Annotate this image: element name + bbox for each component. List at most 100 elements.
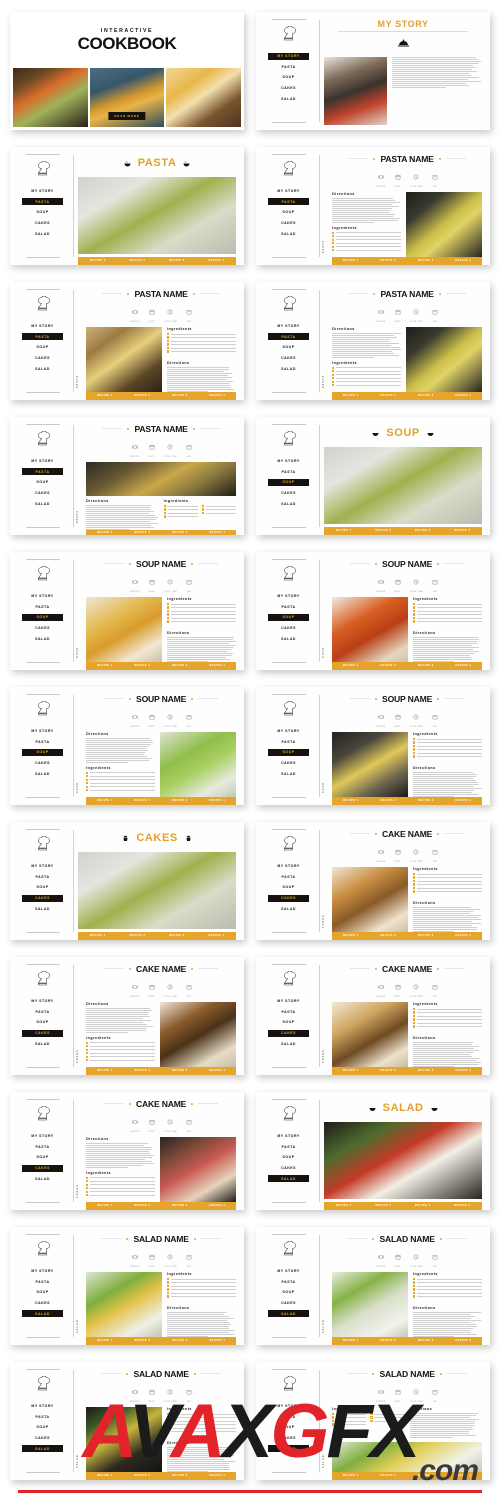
sidebar-item-cakes[interactable]: CAKES: [268, 220, 309, 227]
slide-thumbnail[interactable]: MY STORY PASTA SOUP CAKES SALAD CAKES RECIPE…: [10, 818, 244, 943]
slide-section-soup[interactable]: MY STORY PASTA SOUP CAKES SALAD SOUP RECIPE …: [256, 417, 490, 535]
recipe-button-4[interactable]: RECIPE 4: [445, 1067, 482, 1075]
sidebar-item-pasta[interactable]: PASTA: [268, 63, 309, 70]
sidebar-item-soup[interactable]: SOUP: [268, 1019, 309, 1026]
sidebar-item-salad[interactable]: SALAD: [268, 1310, 309, 1317]
recipe-button-3[interactable]: RECIPE 3: [161, 662, 198, 670]
checkbox-icon[interactable]: [413, 606, 415, 608]
slide-salad-2[interactable]: MY STORY PASTA SOUP CAKES SALAD SALAD SALAD …: [256, 1227, 490, 1345]
sidebar-item-cakes[interactable]: CAKES: [22, 355, 63, 362]
recipe-button-2[interactable]: RECIPE 2: [364, 1202, 403, 1210]
sidebar-item-pasta[interactable]: PASTA: [22, 198, 63, 205]
sidebar-item-my-story[interactable]: MY STORY: [268, 458, 309, 465]
sidebar-item-salad[interactable]: SALAD: [22, 230, 63, 237]
sidebar-item-my-story[interactable]: MY STORY: [268, 593, 309, 600]
sidebar-item-soup[interactable]: SOUP: [22, 1154, 63, 1161]
checkbox-icon[interactable]: [332, 1420, 334, 1422]
sidebar-item-pasta[interactable]: PASTA: [268, 1143, 309, 1150]
slide-thumbnail[interactable]: MY STORY PASTA SOUP CAKES SALAD SOUP SOUP NA…: [10, 683, 244, 808]
checkbox-icon[interactable]: [332, 242, 334, 244]
sidebar-item-my-story[interactable]: MY STORY: [22, 458, 63, 465]
checkbox-icon[interactable]: [167, 1430, 169, 1432]
checkbox-icon[interactable]: [413, 887, 415, 889]
slide-thumbnail[interactable]: MY STORY PASTA SOUP CAKES SALAD SOUP SOUP NA…: [10, 548, 244, 673]
checkbox-icon[interactable]: [370, 1413, 372, 1415]
sidebar-item-cakes[interactable]: CAKES: [22, 1435, 63, 1442]
slide-thumbnail[interactable]: MY STORY PASTA SOUP CAKES SALAD CAKES CAKE N…: [256, 818, 490, 943]
checkbox-icon[interactable]: [202, 505, 204, 507]
sidebar-item-cakes[interactable]: CAKES: [268, 355, 309, 362]
checkbox-icon[interactable]: [167, 343, 169, 345]
recipe-button-4[interactable]: RECIPE 4: [445, 1337, 482, 1345]
checkbox-icon[interactable]: [332, 1416, 334, 1418]
checkbox-icon[interactable]: [167, 1288, 169, 1290]
checkbox-icon[interactable]: [413, 1292, 415, 1294]
recipe-button-1[interactable]: RECIPE 1: [86, 662, 123, 670]
checkbox-icon[interactable]: [332, 381, 334, 383]
recipe-button-1[interactable]: RECIPE 1: [332, 1472, 369, 1480]
sidebar-item-salad[interactable]: SALAD: [268, 770, 309, 777]
recipe-button-2[interactable]: RECIPE 2: [370, 392, 407, 400]
recipe-button-3[interactable]: RECIPE 3: [403, 1202, 442, 1210]
checkbox-icon[interactable]: [413, 1025, 415, 1027]
recipe-button-4[interactable]: RECIPE 4: [445, 392, 482, 400]
slide-thumbnail[interactable]: MY STORY PASTA SOUP CAKES SALAD PASTA RECIPE…: [10, 143, 244, 268]
recipe-button-3[interactable]: RECIPE 3: [407, 1337, 444, 1345]
sidebar-item-pasta[interactable]: PASTA: [268, 198, 309, 205]
checkbox-icon[interactable]: [167, 617, 169, 619]
checkbox-icon[interactable]: [167, 1423, 169, 1425]
recipe-button-2[interactable]: RECIPE 2: [124, 662, 161, 670]
checkbox-icon[interactable]: [86, 1045, 88, 1047]
checkbox-icon[interactable]: [413, 603, 415, 605]
checkbox-icon[interactable]: [86, 1042, 88, 1044]
slide-cake-1[interactable]: MY STORY PASTA SOUP CAKES SALAD CAKES CAKE N…: [256, 822, 490, 940]
sidebar-item-soup[interactable]: SOUP: [268, 614, 309, 621]
recipe-button-1[interactable]: RECIPE 1: [332, 932, 369, 940]
sidebar-item-pasta[interactable]: PASTA: [268, 333, 309, 340]
sidebar-item-salad[interactable]: SALAD: [22, 500, 63, 507]
checkbox-icon[interactable]: [413, 1018, 415, 1020]
sidebar-item-pasta[interactable]: PASTA: [22, 1008, 63, 1015]
sidebar-item-my-story[interactable]: MY STORY: [22, 1133, 63, 1140]
checkbox-icon[interactable]: [413, 1011, 415, 1013]
slide-soup-4[interactable]: MY STORY PASTA SOUP CAKES SALAD SOUP SOUP NA…: [256, 687, 490, 805]
recipe-button-2[interactable]: RECIPE 2: [124, 1067, 161, 1075]
checkbox-icon[interactable]: [332, 377, 334, 379]
checkbox-icon[interactable]: [413, 1022, 415, 1024]
checkbox-icon[interactable]: [86, 1184, 88, 1186]
slide-salad-3[interactable]: MY STORY PASTA SOUP CAKES SALAD SALAD SALAD …: [10, 1362, 244, 1480]
recipe-button-3[interactable]: RECIPE 3: [407, 392, 444, 400]
slide-my-story[interactable]: MY STORY PASTA SOUP CAKES SALAD MY STORY: [256, 12, 490, 130]
recipe-button-2[interactable]: RECIPE 2: [370, 1472, 407, 1480]
checkbox-icon[interactable]: [413, 745, 415, 747]
recipe-button-3[interactable]: RECIPE 3: [161, 530, 198, 535]
recipe-button-3[interactable]: RECIPE 3: [157, 932, 196, 940]
slide-thumbnail[interactable]: MY STORY PASTA SOUP CAKES SALAD MY STORY: [256, 8, 490, 133]
recipe-button-1[interactable]: RECIPE 1: [86, 1337, 123, 1345]
sidebar-item-soup[interactable]: SOUP: [22, 614, 63, 621]
checkbox-icon[interactable]: [167, 603, 169, 605]
sidebar-item-salad[interactable]: SALAD: [268, 500, 309, 507]
recipe-button-1[interactable]: RECIPE 1: [86, 1067, 123, 1075]
checkbox-icon[interactable]: [167, 1292, 169, 1294]
sidebar-item-salad[interactable]: SALAD: [22, 770, 63, 777]
checkbox-icon[interactable]: [202, 512, 204, 514]
sidebar-item-pasta[interactable]: PASTA: [22, 1278, 63, 1285]
sidebar-item-pasta[interactable]: PASTA: [22, 333, 63, 340]
checkbox-icon[interactable]: [167, 1420, 169, 1422]
sidebar-item-pasta[interactable]: PASTA: [268, 468, 309, 475]
sidebar-item-salad[interactable]: SALAD: [22, 905, 63, 912]
checkbox-icon[interactable]: [413, 883, 415, 885]
recipe-button-2[interactable]: RECIPE 2: [370, 932, 407, 940]
sidebar-item-salad[interactable]: SALAD: [268, 365, 309, 372]
sidebar-item-salad[interactable]: SALAD: [22, 1310, 63, 1317]
checkbox-icon[interactable]: [332, 374, 334, 376]
recipe-button-1[interactable]: RECIPE 1: [86, 392, 123, 400]
recipe-button-1[interactable]: RECIPE 1: [332, 392, 369, 400]
recipe-button-3[interactable]: RECIPE 3: [161, 1067, 198, 1075]
checkbox-icon[interactable]: [167, 333, 169, 335]
recipe-button-4[interactable]: RECIPE 4: [199, 797, 236, 805]
slide-pasta-2[interactable]: MY STORY PASTA SOUP CAKES SALAD PASTA PASTA …: [10, 282, 244, 400]
recipe-button-4[interactable]: RECIPE 4: [199, 1067, 236, 1075]
sidebar-item-soup[interactable]: SOUP: [22, 479, 63, 486]
